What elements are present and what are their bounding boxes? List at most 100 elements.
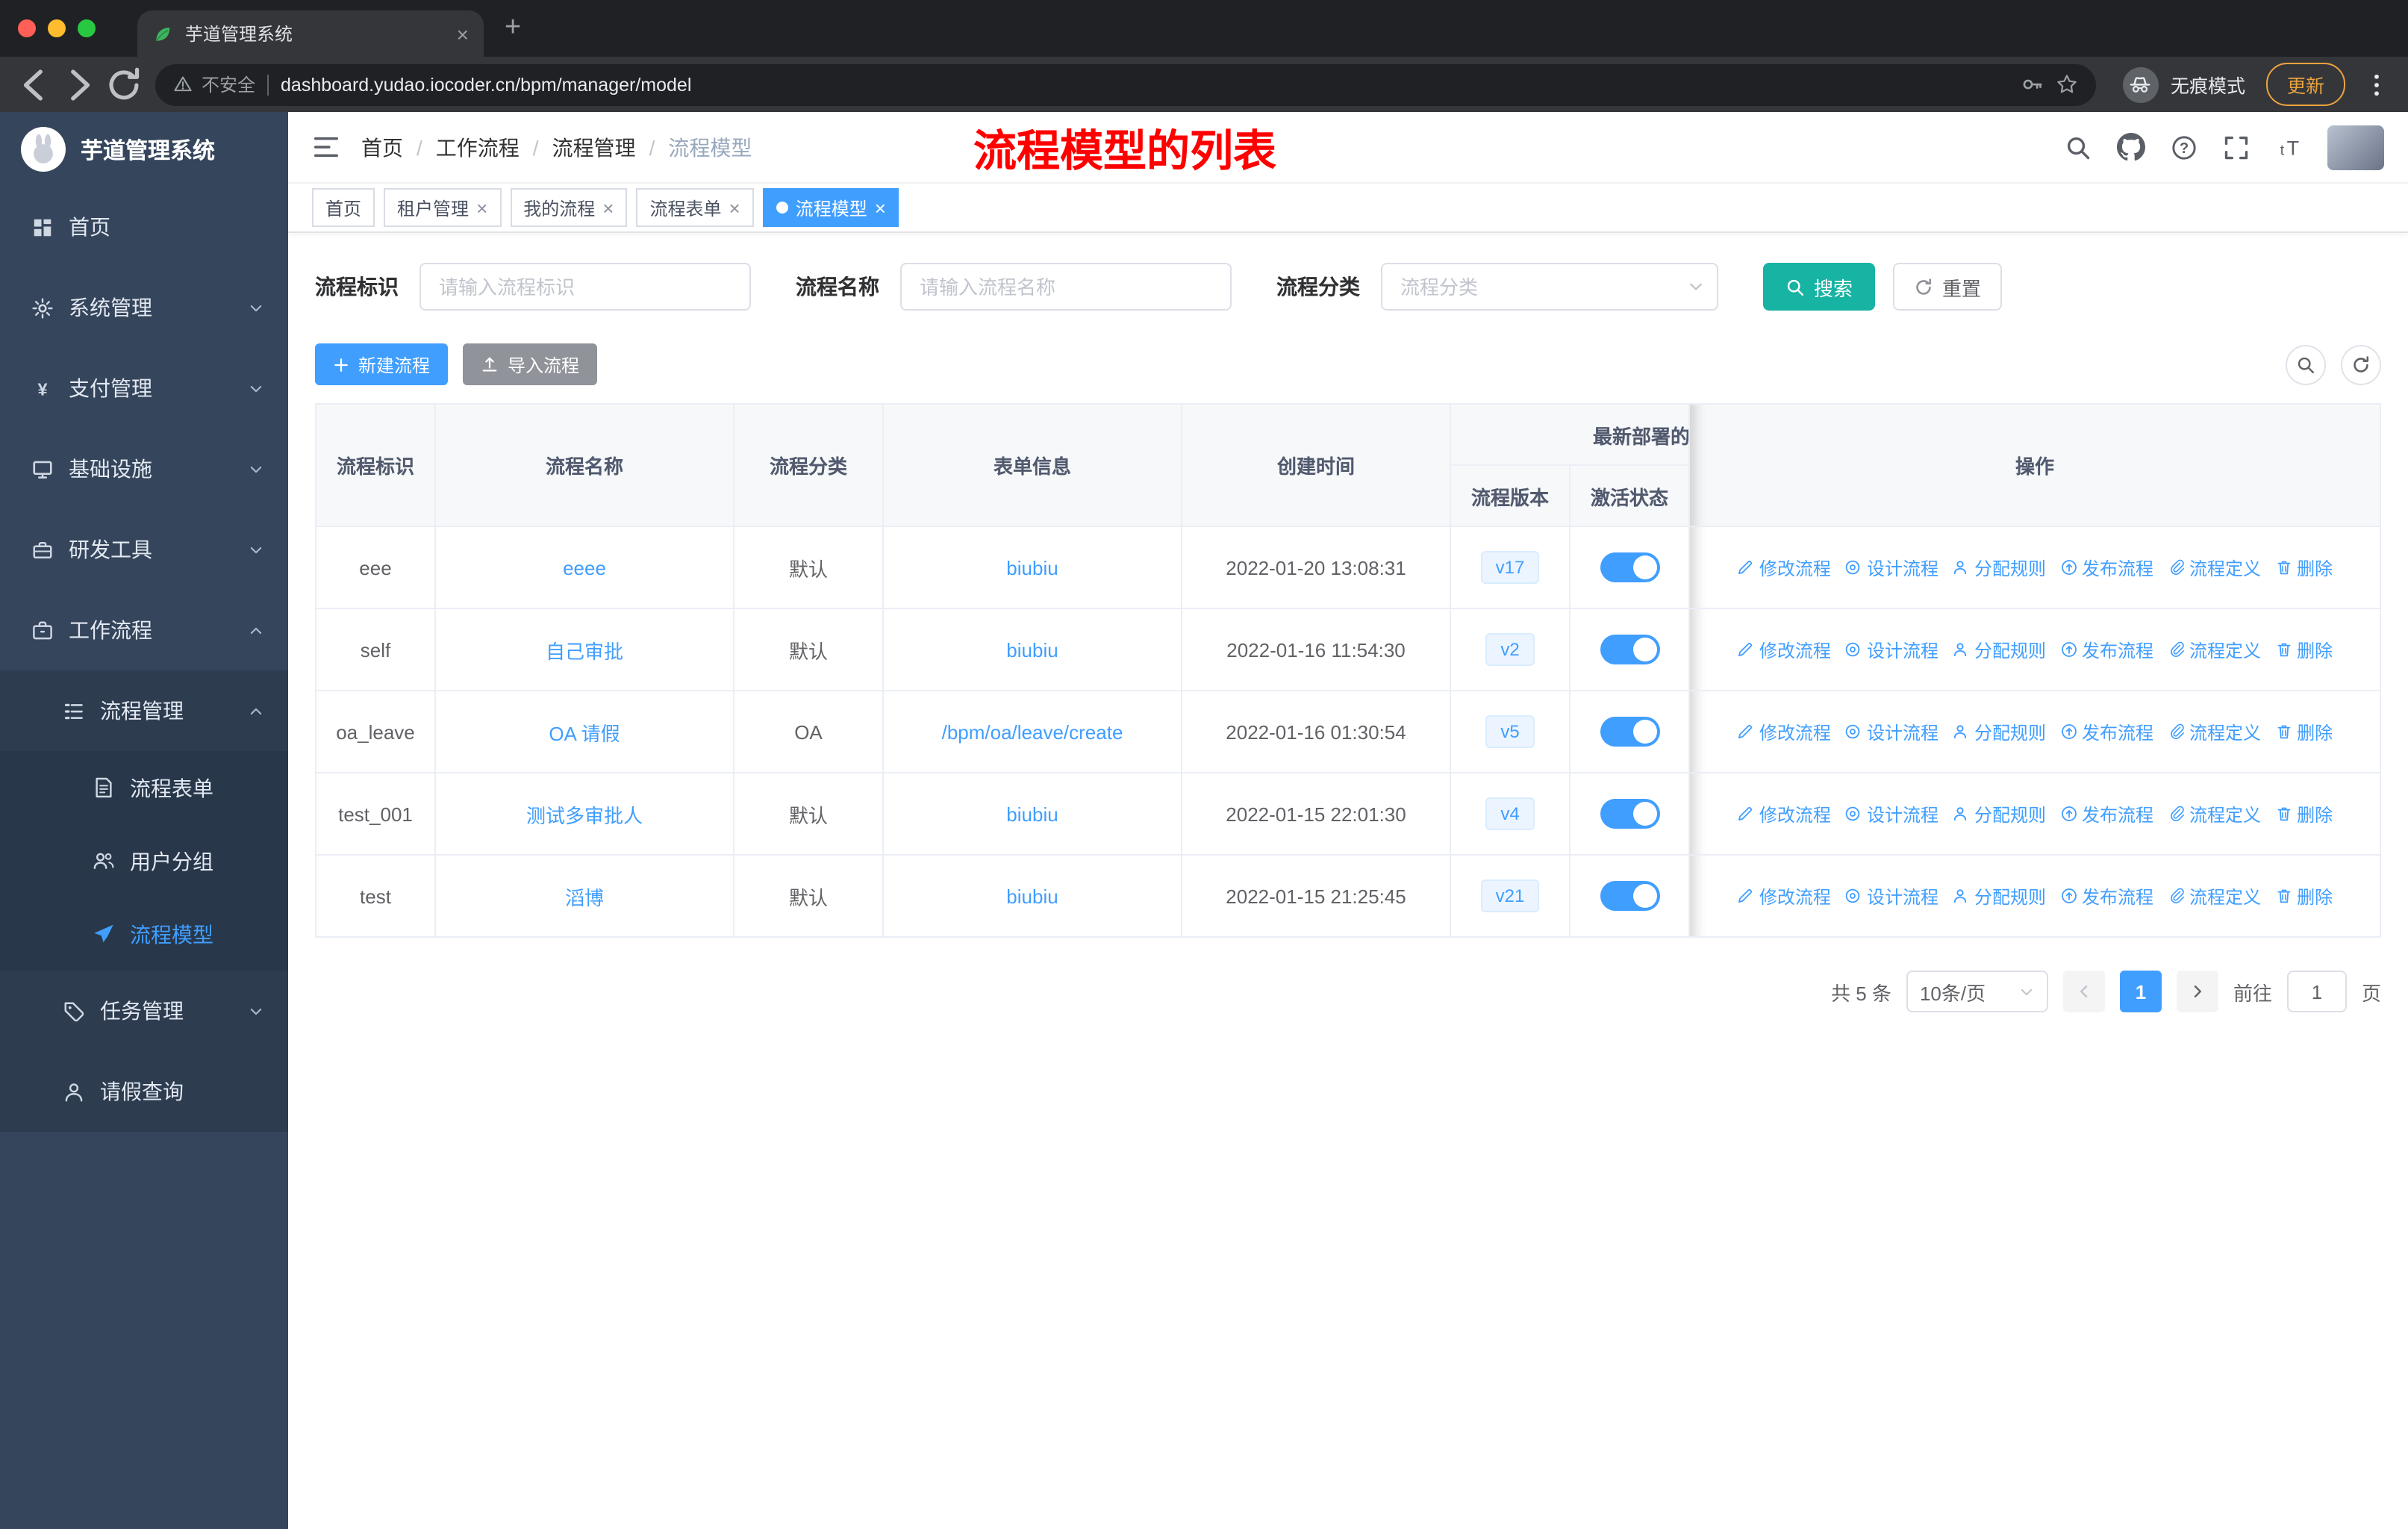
process-name-link[interactable]: 自己审批	[546, 640, 623, 662]
action-delete-link[interactable]: 删除	[2274, 637, 2333, 662]
action-assign-rule-link[interactable]: 分配规则	[1952, 801, 2046, 826]
active-status-toggle[interactable]	[1600, 799, 1659, 829]
action-assign-rule-link[interactable]: 分配规则	[1952, 719, 2046, 744]
sidebar-item-infrastructure[interactable]: 基础设施	[0, 429, 288, 509]
action-edit-link[interactable]: 修改流程	[1737, 719, 1831, 744]
tag-close-icon[interactable]: ×	[476, 198, 487, 217]
tag-home[interactable]: 首页	[312, 188, 375, 227]
header-search-icon[interactable]	[2065, 134, 2092, 161]
form-info-link[interactable]: biubiu	[1006, 803, 1058, 825]
tag-close-icon[interactable]: ×	[729, 198, 740, 217]
refresh-table-button[interactable]	[2341, 344, 2381, 384]
font-size-icon[interactable]: tT	[2275, 134, 2302, 161]
browser-menu-icon[interactable]	[2363, 71, 2390, 98]
incognito-avatar[interactable]	[2122, 66, 2159, 102]
action-publish-link[interactable]: 发布流程	[2059, 883, 2153, 909]
sidebar-item-leave-query[interactable]: 请假查询	[0, 1051, 288, 1132]
form-info-link[interactable]: biubiu	[1006, 885, 1058, 907]
security-chip[interactable]: 不安全	[173, 72, 255, 97]
action-definition-link[interactable]: 流程定义	[2167, 883, 2261, 909]
process-name-link[interactable]: 测试多审批人	[526, 804, 643, 826]
sidebar-item-process-model[interactable]: 流程模型	[0, 897, 288, 971]
sidebar-item-workflow[interactable]: 工作流程	[0, 590, 288, 670]
form-info-link[interactable]: biubiu	[1006, 556, 1058, 579]
new-tab-button[interactable]: +	[505, 12, 521, 45]
page-size-select[interactable]: 10条/页	[1906, 971, 2048, 1012]
action-delete-link[interactable]: 删除	[2274, 883, 2333, 909]
tab-close-icon[interactable]: ×	[457, 23, 469, 44]
action-design-link[interactable]: 设计流程	[1844, 883, 1938, 909]
help-icon[interactable]: ?	[2171, 134, 2198, 161]
active-status-toggle[interactable]	[1600, 552, 1659, 582]
bookmark-star-icon[interactable]	[2056, 73, 2078, 96]
action-publish-link[interactable]: 发布流程	[2059, 719, 2153, 744]
breadcrumb-workflow[interactable]: 工作流程	[436, 132, 520, 162]
process-name-link[interactable]: OA 请假	[549, 722, 620, 744]
window-close-button[interactable]	[18, 19, 36, 37]
form-info-link[interactable]: /bpm/oa/leave/create	[942, 720, 1123, 743]
action-publish-link[interactable]: 发布流程	[2059, 555, 2153, 580]
action-definition-link[interactable]: 流程定义	[2167, 637, 2261, 662]
password-key-icon[interactable]	[2021, 73, 2044, 96]
browser-update-button[interactable]: 更新	[2265, 63, 2345, 106]
action-edit-link[interactable]: 修改流程	[1737, 637, 1831, 662]
window-zoom-button[interactable]	[78, 19, 96, 37]
reload-icon[interactable]	[105, 65, 143, 104]
url-bar[interactable]: 不安全 dashboard.yudao.iocoder.cn/bpm/manag…	[155, 63, 2096, 105]
filter-name-input[interactable]	[900, 263, 1232, 311]
action-definition-link[interactable]: 流程定义	[2167, 555, 2261, 580]
tag-tenant-manage[interactable]: 租户管理 ×	[384, 188, 502, 227]
tag-close-icon[interactable]: ×	[602, 198, 614, 217]
action-delete-link[interactable]: 删除	[2274, 555, 2333, 580]
action-definition-link[interactable]: 流程定义	[2167, 719, 2261, 744]
browser-tab[interactable]: 芋道管理系统 ×	[137, 10, 484, 57]
sidebar-item-devtools[interactable]: 研发工具	[0, 509, 288, 590]
action-design-link[interactable]: 设计流程	[1844, 555, 1938, 580]
fullscreen-icon[interactable]	[2223, 134, 2250, 161]
action-definition-link[interactable]: 流程定义	[2167, 801, 2261, 826]
reset-button[interactable]: 重置	[1893, 263, 2003, 311]
user-avatar[interactable]	[2327, 125, 2384, 169]
action-edit-link[interactable]: 修改流程	[1737, 801, 1831, 826]
search-button[interactable]: 搜索	[1763, 263, 1876, 311]
action-publish-link[interactable]: 发布流程	[2059, 801, 2153, 826]
sidebar-item-home[interactable]: 首页	[0, 187, 288, 267]
app-logo[interactable]: 芋道管理系统	[0, 112, 288, 187]
action-delete-link[interactable]: 删除	[2274, 719, 2333, 744]
sidebar-item-user-group[interactable]: 用户分组	[0, 824, 288, 897]
action-assign-rule-link[interactable]: 分配规则	[1952, 883, 2046, 909]
tag-close-icon[interactable]: ×	[875, 198, 886, 217]
action-design-link[interactable]: 设计流程	[1844, 637, 1938, 662]
breadcrumb-process-manage[interactable]: 流程管理	[552, 132, 636, 162]
breadcrumb-home[interactable]: 首页	[361, 132, 403, 162]
action-design-link[interactable]: 设计流程	[1844, 719, 1938, 744]
sidebar-item-process-manage[interactable]: 流程管理	[0, 670, 288, 751]
import-process-button[interactable]: 导入流程	[463, 343, 598, 385]
action-design-link[interactable]: 设计流程	[1844, 801, 1938, 826]
tag-process-model[interactable]: 流程模型 ×	[762, 188, 899, 227]
sidebar-item-payment[interactable]: ¥ 支付管理	[0, 348, 288, 429]
create-process-button[interactable]: 新建流程	[315, 343, 449, 385]
next-page-button[interactable]	[2176, 971, 2218, 1012]
current-page[interactable]: 1	[2119, 971, 2162, 1012]
tag-process-form[interactable]: 流程表单 ×	[636, 188, 754, 227]
toggle-search-button[interactable]	[2286, 344, 2326, 384]
sidebar-item-system[interactable]: 系统管理	[0, 267, 288, 348]
action-delete-link[interactable]: 删除	[2274, 801, 2333, 826]
forward-icon[interactable]	[60, 65, 99, 104]
tag-my-process[interactable]: 我的流程 ×	[510, 188, 628, 227]
process-name-link[interactable]: eeee	[563, 556, 606, 579]
form-info-link[interactable]: biubiu	[1006, 638, 1058, 661]
action-assign-rule-link[interactable]: 分配规则	[1952, 637, 2046, 662]
active-status-toggle[interactable]	[1600, 717, 1659, 747]
back-icon[interactable]	[15, 65, 54, 104]
active-status-toggle[interactable]	[1600, 881, 1659, 911]
action-edit-link[interactable]: 修改流程	[1737, 555, 1831, 580]
active-status-toggle[interactable]	[1600, 635, 1659, 664]
action-assign-rule-link[interactable]: 分配规则	[1952, 555, 2046, 580]
action-publish-link[interactable]: 发布流程	[2059, 637, 2153, 662]
process-name-link[interactable]: 滔博	[565, 886, 604, 909]
sidebar-item-task-manage[interactable]: 任务管理	[0, 971, 288, 1051]
prev-page-button[interactable]	[2062, 971, 2105, 1012]
filter-category-select[interactable]	[1381, 263, 1718, 311]
